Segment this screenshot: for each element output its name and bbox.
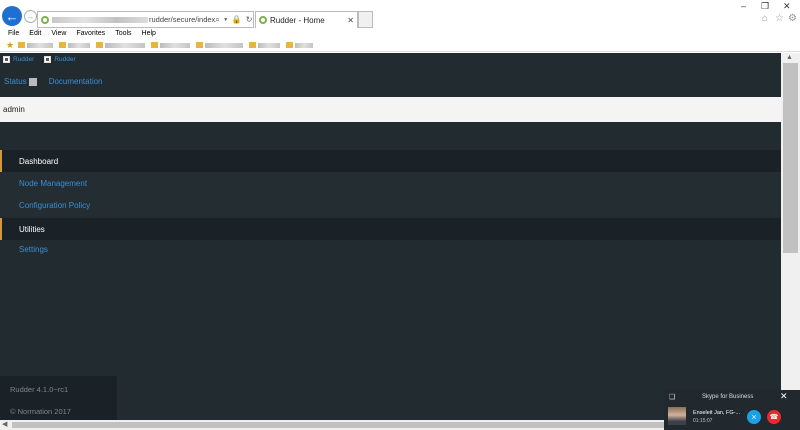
copyright-text: © Normation 2017 <box>10 407 71 416</box>
gear-icon[interactable]: ⚙ <box>788 13 797 24</box>
skype-title: Skype for Business <box>702 394 754 400</box>
status-indicator-icon <box>28 77 37 86</box>
logo-links: Rudder Rudder <box>3 56 86 63</box>
rudder-page: Rudder Rudder Status Documentation admin… <box>0 53 781 420</box>
hang-up-button[interactable]: ☎ <box>767 410 781 424</box>
phone-hangup-icon: ☎ <box>769 414 779 421</box>
favorites-bar: ★ <box>0 39 800 52</box>
arrow-right-icon: → <box>26 12 35 21</box>
nav-utilities[interactable]: Utilities <box>0 218 781 240</box>
rudder-logo-link[interactable]: Rudder <box>3 56 34 63</box>
caller-name: Enseleit Jan, FG-... <box>693 410 741 416</box>
site-favicon <box>41 15 49 24</box>
tab-rudder-home[interactable]: Rudder - Home ✕ <box>255 11 358 28</box>
horizontal-scroll-thumb[interactable] <box>12 422 770 428</box>
nav-dashboard[interactable]: Dashboard <box>0 150 781 172</box>
new-tab-button[interactable] <box>358 11 373 28</box>
nav-label: Dashboard <box>19 156 59 166</box>
home-icon[interactable]: ⌂ <box>762 13 768 24</box>
arrow-left-icon: ← <box>5 8 19 24</box>
caller-avatar <box>668 407 686 425</box>
rudder-logo-alt: Rudder <box>13 56 35 63</box>
menu-help[interactable]: Help <box>142 30 156 37</box>
favorite-item[interactable] <box>151 42 191 49</box>
scroll-left-icon[interactable]: ◀ <box>2 420 7 428</box>
address-text: rudder/secure/index <box>149 15 216 24</box>
menu-tools[interactable]: Tools <box>115 30 131 37</box>
nav-configuration-policy[interactable]: Configuration Policy <box>0 194 781 216</box>
close-window-button[interactable]: ✕ <box>783 1 791 12</box>
sidebar-footer: Rudder 4.1.0~rc1 © Normation 2017 <box>0 376 117 420</box>
skype-logo-icon: ❏ <box>669 394 676 401</box>
menu-bar: File Edit View Favorites Tools Help <box>0 28 800 39</box>
version-text: Rudder 4.1.0~rc1 <box>10 385 69 394</box>
favorite-item[interactable] <box>96 42 146 49</box>
favorite-item[interactable] <box>249 42 281 49</box>
favorites-star-icon[interactable]: ☆ <box>775 13 784 24</box>
restore-button[interactable]: ❐ <box>761 1 769 12</box>
vertical-scrollbar[interactable]: ▲ ▼ <box>781 53 800 420</box>
vertical-scroll-thumb[interactable] <box>783 63 798 253</box>
tab-close-icon[interactable]: ✕ <box>347 16 357 25</box>
blurred-url-segment <box>52 16 148 23</box>
scroll-up-icon[interactable]: ▲ <box>786 54 793 61</box>
favorite-item[interactable] <box>59 42 91 49</box>
nav-label: Node Management <box>19 178 88 188</box>
address-bar[interactable]: rudder/secure/index ⌕ ▾ 🔒 ↻ <box>37 11 254 28</box>
status-link[interactable]: Status <box>4 77 27 86</box>
back-button[interactable]: ← <box>2 6 22 26</box>
skype-call-popup: ❏ Skype for Business ✕ Enseleit Jan, FG-… <box>664 390 800 430</box>
mute-button[interactable]: ⨯ <box>747 410 761 424</box>
menu-favorites[interactable]: Favorites <box>76 30 105 37</box>
title-bar: ← → rudder/secure/index ⌕ ▾ 🔒 ↻ Rudder -… <box>0 0 800 28</box>
tab-favicon <box>259 16 267 24</box>
menu-view[interactable]: View <box>51 30 66 37</box>
nav-settings[interactable]: Settings <box>0 238 781 260</box>
browser-window: ← → rudder/secure/index ⌕ ▾ 🔒 ↻ Rudder -… <box>0 0 800 430</box>
rudder-logo-link-2[interactable]: Rudder <box>44 56 76 63</box>
user-bar: admin <box>0 97 781 122</box>
broken-image-icon <box>44 56 52 63</box>
documentation-link[interactable]: Documentation <box>49 77 103 86</box>
rudder-logo-alt: Rudder <box>54 56 76 63</box>
nav-label: Configuration Policy <box>19 200 91 210</box>
skype-close-button[interactable]: ✕ <box>780 391 788 402</box>
favorite-item[interactable] <box>18 42 54 49</box>
nav-label: Settings <box>19 244 48 254</box>
favorite-item[interactable] <box>196 42 244 49</box>
broken-image-icon <box>3 56 10 63</box>
favorite-item[interactable] <box>286 42 314 49</box>
minimize-button[interactable]: – <box>741 1 746 11</box>
forward-button[interactable]: → <box>24 10 37 23</box>
menu-file[interactable]: File <box>8 30 19 37</box>
nav-label: Utilities <box>19 224 45 234</box>
favorites-star-icon[interactable]: ★ <box>6 40 14 51</box>
status-row: Status Documentation <box>4 77 103 86</box>
nav-node-management[interactable]: Node Management <box>0 172 781 194</box>
tab-title: Rudder - Home <box>270 15 325 25</box>
call-duration: 01:15:07 <box>693 418 713 424</box>
menu-edit[interactable]: Edit <box>29 30 41 37</box>
address-icons[interactable]: ⌕ ▾ 🔒 ↻ <box>215 15 253 25</box>
microphone-muted-icon: ⨯ <box>751 414 757 421</box>
username[interactable]: admin <box>3 105 25 114</box>
